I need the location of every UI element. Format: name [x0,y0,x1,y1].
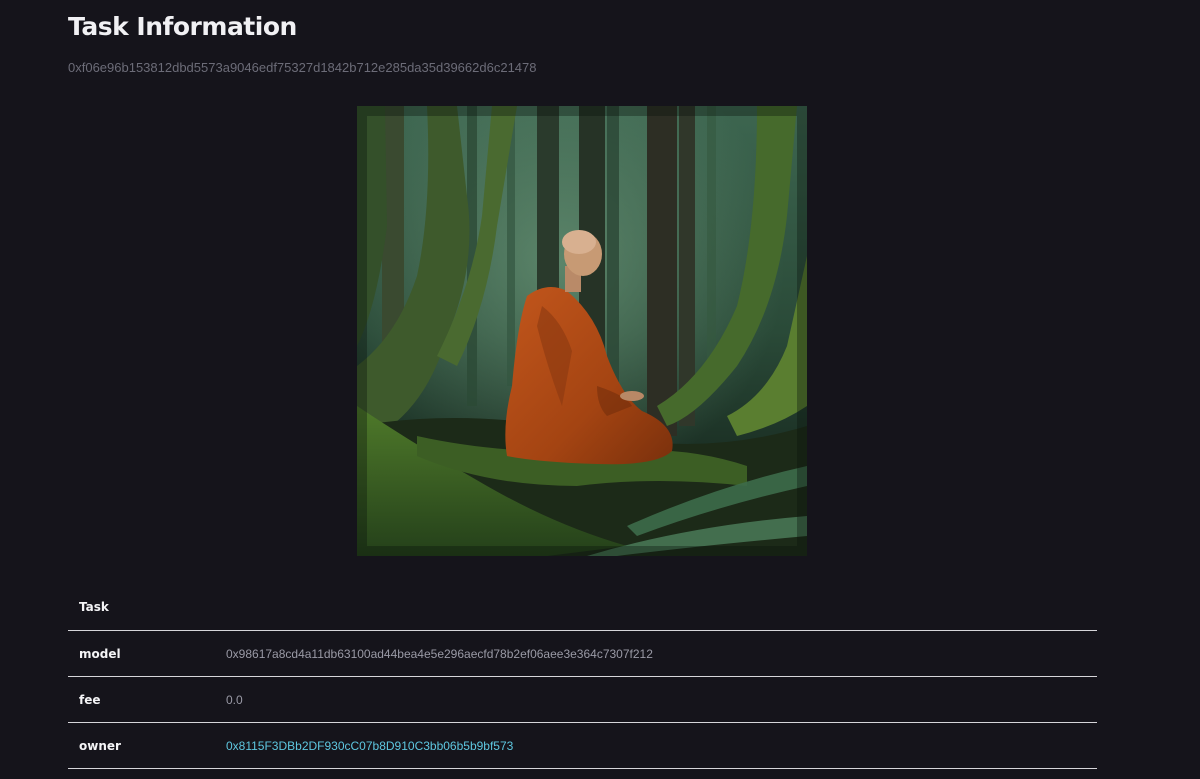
task-page: Task Information 0xf06e96b153812dbd5573a… [0,0,1200,779]
task-output-image [357,106,807,556]
task-hash: 0xf06e96b153812dbd5573a9046edf75327d1842… [68,60,537,75]
owner-address-link[interactable]: 0x8115F3DBb2DF930cC07b8D910C3bb06b5b9bf5… [226,739,513,753]
details-header-row: Task [68,584,1097,631]
details-header: Task [79,600,109,614]
fee-value: 0.0 [226,692,243,707]
task-details-table: Task model 0x98617a8cd4a11db63100ad44bea… [68,584,1097,769]
fee-label: fee [79,692,101,707]
fee-row: fee 0.0 [68,677,1097,723]
page-title: Task Information [68,12,297,41]
model-row: model 0x98617a8cd4a11db63100ad44bea4e5e2… [68,631,1097,677]
model-value: 0x98617a8cd4a11db63100ad44bea4e5e296aecf… [226,646,653,661]
model-label: model [79,646,121,661]
owner-row: owner 0x8115F3DBb2DF930cC07b8D910C3bb06b… [68,723,1097,769]
owner-label: owner [79,738,121,753]
